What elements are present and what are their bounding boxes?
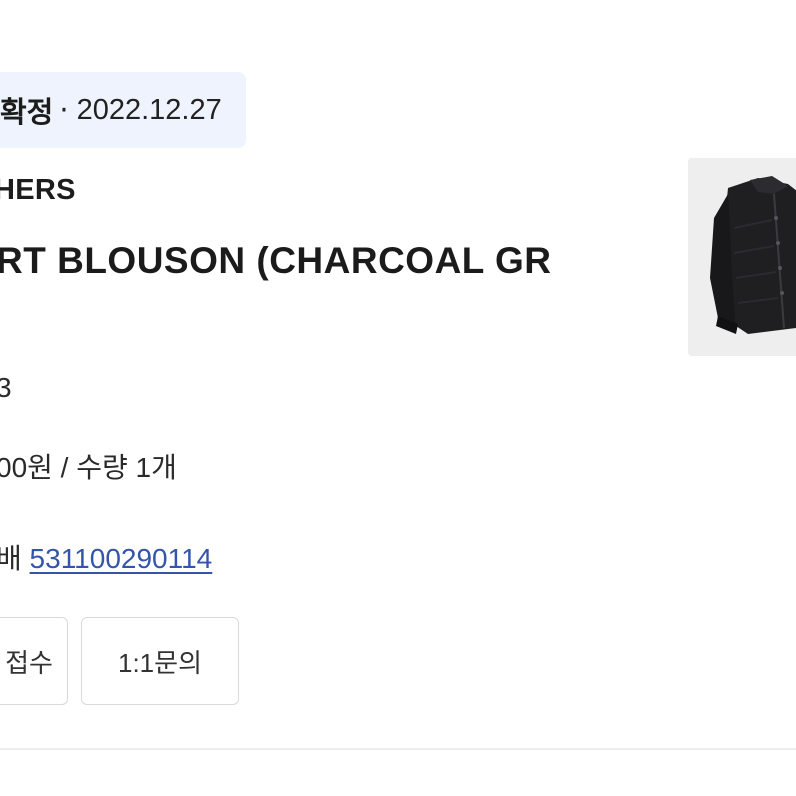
order-detail-page: 확정 · 2022.12.27 HERS RT BLOUSON (CHARCOA… <box>0 0 796 796</box>
product-thumbnail[interactable] <box>688 158 796 356</box>
jacket-image <box>688 158 796 356</box>
inquiry-button[interactable]: 1:1문의 <box>81 617 239 705</box>
section-divider <box>0 748 796 750</box>
brand-name: HERS <box>0 174 76 206</box>
delivery-label: 배 <box>0 543 22 574</box>
order-status-badge: 확정 · 2022.12.27 <box>0 72 246 148</box>
size-info: 3 <box>0 372 12 403</box>
order-date: 2022.12.27 <box>76 93 222 126</box>
delivery-info: 배 531100290114 <box>0 537 212 577</box>
tracking-number-link[interactable]: 531100290114 <box>30 543 213 574</box>
product-name[interactable]: RT BLOUSON (CHARCOAL GR <box>0 240 646 282</box>
status-separator: · <box>59 93 69 127</box>
price-quantity-info: 00원 / 수량 1개 <box>0 452 177 483</box>
request-button[interactable]: 접수 <box>0 617 68 705</box>
order-status: 확정 <box>0 95 54 129</box>
